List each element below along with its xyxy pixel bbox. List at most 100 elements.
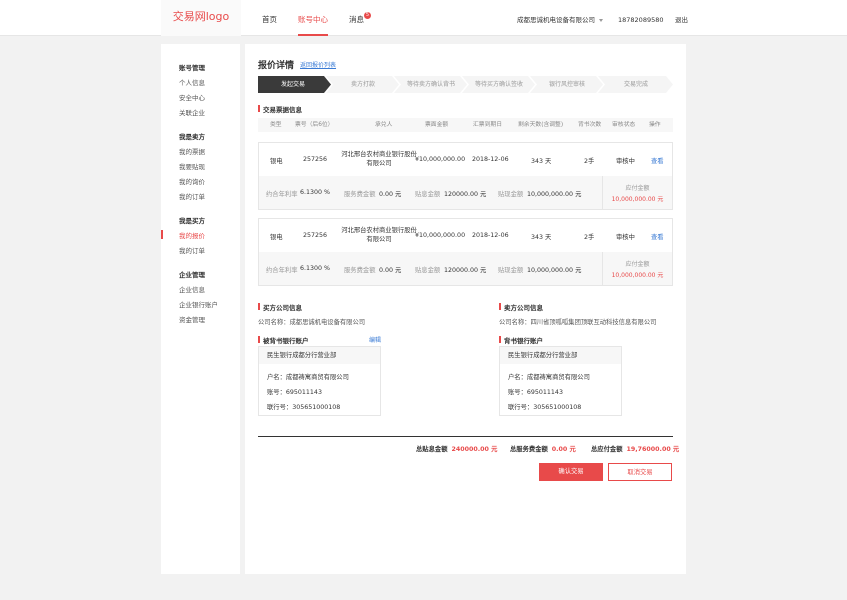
- message-count-badge: 5: [364, 12, 371, 19]
- nav-account-center[interactable]: 账号中心: [298, 0, 328, 36]
- col-endorse: 背书次数: [578, 122, 602, 128]
- bill-status: 审核中: [616, 158, 635, 165]
- bill-acceptor: 河北邢台农村商业银行股份有限公司: [341, 227, 417, 243]
- bill-status: 审核中: [616, 234, 635, 241]
- payable-value: 10,000,000.00 元: [611, 272, 664, 279]
- total-payable: 总应付金额 19,76000.00 元: [591, 444, 679, 453]
- sidebar-item-linked-company[interactable]: 关联企业: [179, 107, 205, 117]
- confirm-trade-button[interactable]: 确认交易: [539, 463, 603, 481]
- total-payable-label: 总应付金额: [591, 446, 623, 453]
- sidebar-item-company-info[interactable]: 企业信息: [179, 284, 205, 294]
- cash-label: 贴现金额: [498, 191, 524, 198]
- rate-value: 6.1300 %: [300, 189, 331, 196]
- main-panel: 报价详情 返回报价列表 发起交易 卖方打款 等待卖方确认背书 等待买方确认签收 …: [245, 44, 686, 574]
- bill-card: 银电 257256 河北邢台农村商业银行股份有限公司 ¥10,000,000.0…: [258, 218, 673, 286]
- bill-due-date: 2018-12-06: [472, 156, 509, 163]
- section-seller-info: 卖方公司信息: [499, 302, 543, 312]
- bill-days-left: 343 天: [531, 158, 552, 165]
- table-row: 银电 257256 河北邢台农村商业银行股份有限公司 ¥10,000,000.0…: [259, 143, 672, 176]
- step-complete: 交易完成: [623, 81, 648, 88]
- seller-bank-name: 民生银行成都分行营业部: [500, 347, 621, 364]
- back-to-quotes-link[interactable]: 返回报价列表: [300, 60, 336, 69]
- col-days-left: 剩余天数(含调整): [518, 122, 564, 128]
- payable-value: 10,000,000.00 元: [611, 196, 664, 203]
- fee-label: 服务费金额: [344, 267, 376, 274]
- rate-label: 约合年利率: [266, 267, 298, 274]
- section-bill-info: 交易票据信息: [258, 104, 302, 114]
- nav-messages[interactable]: 消息 5: [349, 0, 371, 36]
- seller-account-number: 账号：695011143: [508, 389, 563, 396]
- bill-number: 257256: [303, 232, 328, 239]
- sidebar-item-discount[interactable]: 我要贴现: [179, 161, 205, 171]
- sidebar-active-indicator: [161, 230, 163, 239]
- buyer-account-holder: 户名：成都祷寓商贸有限公司: [267, 374, 349, 381]
- sidebar-item-my-bills[interactable]: 我的票据: [179, 146, 205, 156]
- sidebar-group-company: 企业管理: [179, 271, 205, 279]
- seller-routing-number: 联行号：305651000108: [508, 404, 582, 411]
- section-buyer-bank: 被背书银行账户: [258, 335, 309, 345]
- discount-value: 120000.00 元: [444, 191, 487, 198]
- nav-messages-label: 消息: [349, 15, 364, 24]
- step-initiate: 发起交易: [280, 81, 305, 88]
- buyer-bank-name: 民生银行成都分行营业部: [259, 347, 380, 364]
- view-bill-link[interactable]: 查看: [651, 232, 664, 241]
- total-fee-value: 0.00 元: [551, 446, 576, 453]
- sidebar-item-my-inquiry[interactable]: 我的询价: [179, 176, 205, 186]
- cash-value: 10,000,000.00 元: [527, 267, 582, 274]
- step-buyer-sign: 等待买方确认签收: [474, 81, 523, 88]
- sidebar-item-my-quotes[interactable]: 我的报价: [179, 230, 205, 240]
- edit-bank-link[interactable]: 编辑: [369, 335, 381, 344]
- payable-box: 应付金额 10,000,000.00 元: [602, 252, 672, 285]
- payable-box: 应付金额 10,000,000.00 元: [602, 176, 672, 209]
- discount-label: 贴息金额: [415, 191, 441, 198]
- bill-card: 银电 257256 河北邢台农村商业银行股份有限公司 ¥10,000,000.0…: [258, 142, 673, 210]
- seller-bank-card: 民生银行成都分行营业部 户名：成都祷寓商贸有限公司 账号：695011143 联…: [499, 346, 622, 416]
- bill-amount: ¥10,000,000.00: [415, 156, 466, 163]
- progress-steps: 发起交易 卖方打款 等待卖方确认背书 等待买方确认签收 银行风控审核 交易完成: [258, 76, 673, 93]
- buyer-routing-number: 联行号：305651000108: [267, 404, 341, 411]
- payable-label: 应付金额: [625, 185, 650, 192]
- bill-amount: ¥10,000,000.00: [415, 232, 466, 239]
- buyer-bank-card: 民生银行成都分行营业部 户名：成都祷寓商贸有限公司 账号：695011143 联…: [258, 346, 381, 416]
- sidebar-group-seller: 我是卖方: [179, 133, 205, 141]
- col-bill-no: 票号（后6位）: [295, 122, 334, 128]
- sidebar-item-company-bank[interactable]: 企业银行账户: [179, 299, 218, 309]
- total-discount-label: 总贴息金额: [416, 446, 448, 453]
- payable-label: 应付金额: [625, 261, 650, 268]
- view-bill-link[interactable]: 查看: [651, 156, 664, 165]
- buyer-account-number: 账号：695011143: [267, 389, 322, 396]
- bill-type: 银电: [270, 234, 283, 241]
- company-dropdown[interactable]: 成都思诚机电设备有限公司: [517, 0, 603, 36]
- bill-number: 257256: [303, 156, 328, 163]
- sidebar-item-profile[interactable]: 个人信息: [179, 77, 205, 87]
- nav-home[interactable]: 首页: [262, 0, 277, 36]
- cancel-trade-button[interactable]: 取消交易: [608, 463, 672, 481]
- fee-value: 0.00 元: [379, 267, 402, 274]
- col-due-date: 汇票到期日: [473, 122, 502, 128]
- rate-value: 6.1300 %: [300, 265, 331, 272]
- sidebar-group-buyer: 我是买方: [179, 217, 205, 225]
- total-discount: 总贴息金额 240000.00 元: [416, 444, 497, 453]
- discount-value: 120000.00 元: [444, 267, 487, 274]
- sidebar-item-security[interactable]: 安全中心: [179, 92, 205, 102]
- sidebar-item-seller-orders[interactable]: 我的订单: [179, 191, 205, 201]
- fee-value: 0.00 元: [379, 191, 402, 198]
- bill-detail-row: 约合年利率 6.1300 % 服务费金额 0.00 元 贴息金额 120000.…: [259, 252, 672, 285]
- bill-endorse-count: 2手: [584, 234, 595, 241]
- total-discount-value: 240000.00 元: [451, 446, 498, 453]
- bill-type: 银电: [270, 158, 283, 165]
- page-title: 报价详情: [258, 61, 295, 71]
- bill-endorse-count: 2手: [584, 158, 595, 165]
- sidebar-group-account: 账号管理: [179, 64, 205, 72]
- bill-acceptor: 河北邢台农村商业银行股份有限公司: [341, 151, 417, 167]
- bill-days-left: 343 天: [531, 234, 552, 241]
- table-row: 银电 257256 河北邢台农村商业银行股份有限公司 ¥10,000,000.0…: [259, 219, 672, 252]
- logout-link[interactable]: 退出: [675, 0, 688, 36]
- bill-detail-row: 约合年利率 6.1300 % 服务费金额 0.00 元 贴息金额 120000.…: [259, 176, 672, 209]
- company-name: 成都思诚机电设备有限公司: [517, 16, 595, 24]
- rate-label: 约合年利率: [266, 191, 298, 198]
- sidebar-item-buyer-orders[interactable]: 我的订单: [179, 245, 205, 255]
- col-acceptor: 承兑人: [375, 122, 393, 128]
- logo[interactable]: 交易网logo: [161, 0, 241, 36]
- sidebar-item-funds[interactable]: 资金管理: [179, 314, 205, 324]
